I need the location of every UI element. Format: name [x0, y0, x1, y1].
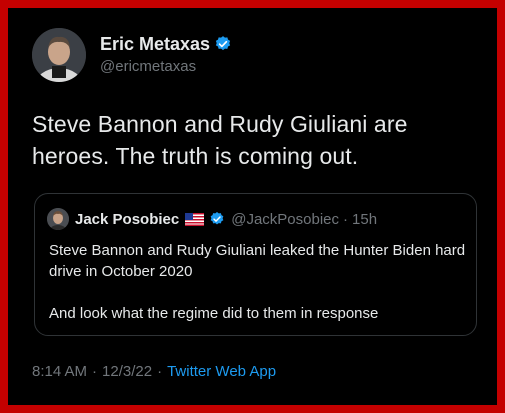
meta-separator-2: · [157, 363, 163, 380]
verified-badge-icon [214, 35, 232, 53]
quoted-tweet-line-2: And look what the regime did to them in … [49, 305, 379, 322]
quoted-verified-badge-icon [209, 211, 225, 227]
author-avatar[interactable] [32, 28, 86, 82]
tweet-frame: Eric Metaxas @ericmetaxas Steve Bannon a… [0, 0, 505, 413]
quoted-tweet-gap [49, 282, 467, 303]
quoted-tweet-time[interactable]: 15h [352, 211, 377, 228]
tweet-date[interactable]: 12/3/22 [102, 363, 152, 380]
quoted-tweet-header: Jack Posobiec @JackPosobiec · 15h [47, 208, 377, 230]
quoted-tweet-body: Steve Bannon and Rudy Giuliani leaked th… [49, 240, 467, 324]
author-names: Eric Metaxas @ericmetaxas [100, 33, 232, 77]
author-handle[interactable]: @ericmetaxas [100, 57, 232, 77]
quoted-separator: · [343, 210, 349, 228]
quoted-tweet[interactable]: Jack Posobiec @JackPosobiec · 15h Steve … [34, 193, 477, 336]
tweet-meta: 8:14 AM · 12/3/22 · Twitter Web App [32, 363, 276, 380]
tweet-text: Steve Bannon and Rudy Giuliani are heroe… [32, 111, 408, 169]
quoted-author-avatar [47, 208, 69, 230]
tweet-time[interactable]: 8:14 AM [32, 363, 87, 380]
quoted-author-name: Jack Posobiec [75, 210, 180, 228]
us-flag-icon [185, 212, 205, 226]
meta-separator-1: · [92, 363, 98, 380]
quoted-tweet-line-1: Steve Bannon and Rudy Giuliani leaked th… [49, 242, 466, 280]
author-name-row: Eric Metaxas [100, 33, 232, 55]
tweet-source-app[interactable]: Twitter Web App [167, 363, 276, 380]
quoted-author-handle: @JackPosobiec [231, 210, 340, 228]
author-display-name[interactable]: Eric Metaxas [100, 33, 210, 55]
tweet-header: Eric Metaxas @ericmetaxas [32, 28, 232, 82]
